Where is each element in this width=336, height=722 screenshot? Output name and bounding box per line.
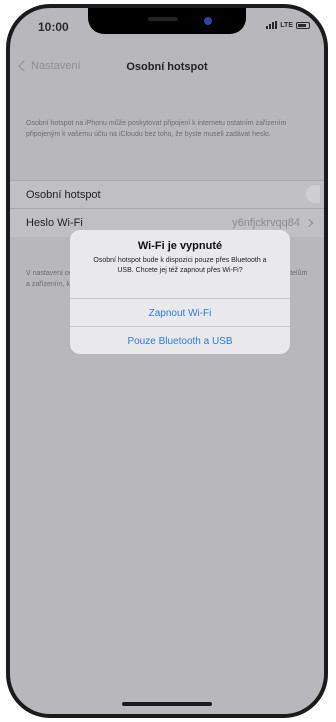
row-personal-hotspot[interactable]: Osobní hotspot (10, 180, 324, 209)
phone-frame: 10:00 LTE Nastavení Osobní hotspot Osobn… (6, 4, 328, 718)
battery-icon (296, 21, 310, 29)
signal-icon (266, 21, 278, 29)
carrier-label: LTE (280, 21, 293, 29)
page-title: Osobní hotspot (126, 61, 208, 73)
alert-title: Wi-Fi je vypnuté (137, 240, 223, 252)
status-indicators: LTE (266, 21, 310, 29)
enable-wifi-button[interactable]: Zapnout Wi-Fi (70, 298, 290, 327)
wifi-password-value: y6nfjckrvqq84 (232, 217, 300, 229)
bluetooth-usb-only-button[interactable]: Pouze Bluetooth a USB (70, 326, 290, 354)
hotspot-toggle[interactable] (306, 185, 320, 203)
alert-message: Osobní hotspot bude k dispozici pouze př… (93, 257, 267, 274)
alert-dialog: Wi-Fi je vypnuté Osobní hotspot bude k d… (70, 230, 290, 354)
camera-icon (204, 17, 212, 25)
row-label: Heslo Wi-Fi (26, 217, 83, 229)
chevron-right-icon (304, 218, 314, 228)
row-label: Osobní hotspot (26, 189, 101, 201)
screen: 10:00 LTE Nastavení Osobní hotspot Osobn… (10, 8, 324, 714)
speaker (148, 17, 178, 21)
status-time: 10:00 (38, 20, 69, 34)
hotspot-description: Osobní hotspot na iPhonu může poskytovat… (26, 120, 287, 138)
navigation-bar: Nastavení Osobní hotspot (10, 52, 324, 86)
notch (88, 8, 246, 34)
home-indicator[interactable] (122, 702, 212, 706)
